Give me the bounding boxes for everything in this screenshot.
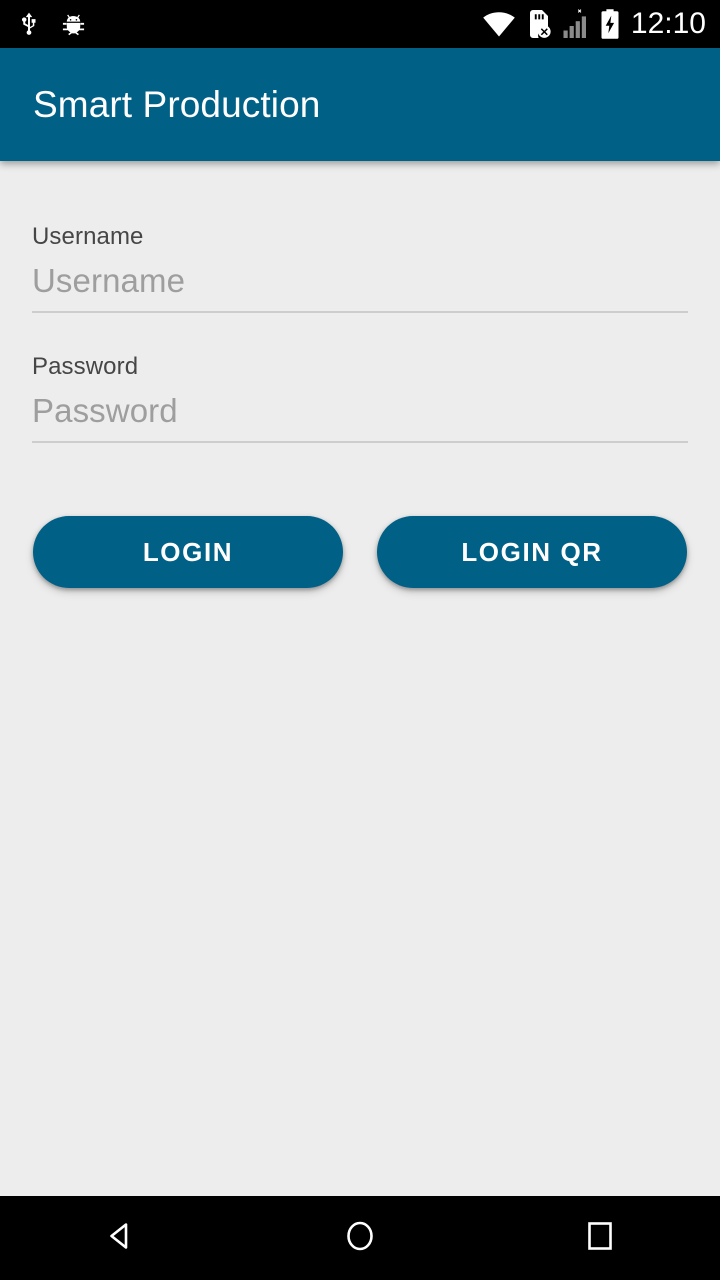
login-qr-button[interactable]: LOGIN QR (377, 516, 687, 588)
password-underline (32, 441, 688, 443)
no-sim-card-icon (523, 8, 553, 40)
page-title: Smart Production (33, 83, 321, 125)
username-input[interactable] (32, 251, 688, 311)
status-bar-right-icons: 12:10 (482, 8, 706, 40)
usb-debug-icon (16, 11, 42, 37)
login-button[interactable]: LOGIN (33, 516, 343, 588)
android-bug-icon (60, 11, 87, 38)
wifi-icon (482, 9, 516, 39)
username-underline (32, 311, 688, 313)
nav-home-button[interactable] (240, 1196, 480, 1280)
home-icon (338, 1214, 382, 1263)
password-input[interactable] (32, 381, 688, 441)
login-form: Username Password LOGIN LOGIN QR (0, 161, 720, 1196)
recents-icon (578, 1214, 622, 1263)
password-label: Password (32, 353, 139, 380)
android-screen: 12:10 Smart Production Username Password… (0, 0, 720, 1280)
status-bar-clock: 12:10 (630, 7, 706, 40)
no-signal-icon (560, 8, 592, 40)
status-bar-left-icons (16, 11, 87, 38)
android-navigation-bar (0, 1196, 720, 1280)
nav-recents-button[interactable] (480, 1196, 720, 1280)
status-bar: 12:10 (0, 0, 720, 48)
nav-back-button[interactable] (0, 1196, 240, 1280)
password-field-group: Password (32, 353, 688, 443)
action-button-row: LOGIN LOGIN QR (33, 516, 687, 588)
username-label: Username (32, 223, 144, 250)
app-bar: Smart Production (0, 48, 720, 161)
battery-charging-icon (599, 8, 621, 40)
username-field-group: Username (32, 223, 688, 313)
back-icon (98, 1214, 142, 1263)
